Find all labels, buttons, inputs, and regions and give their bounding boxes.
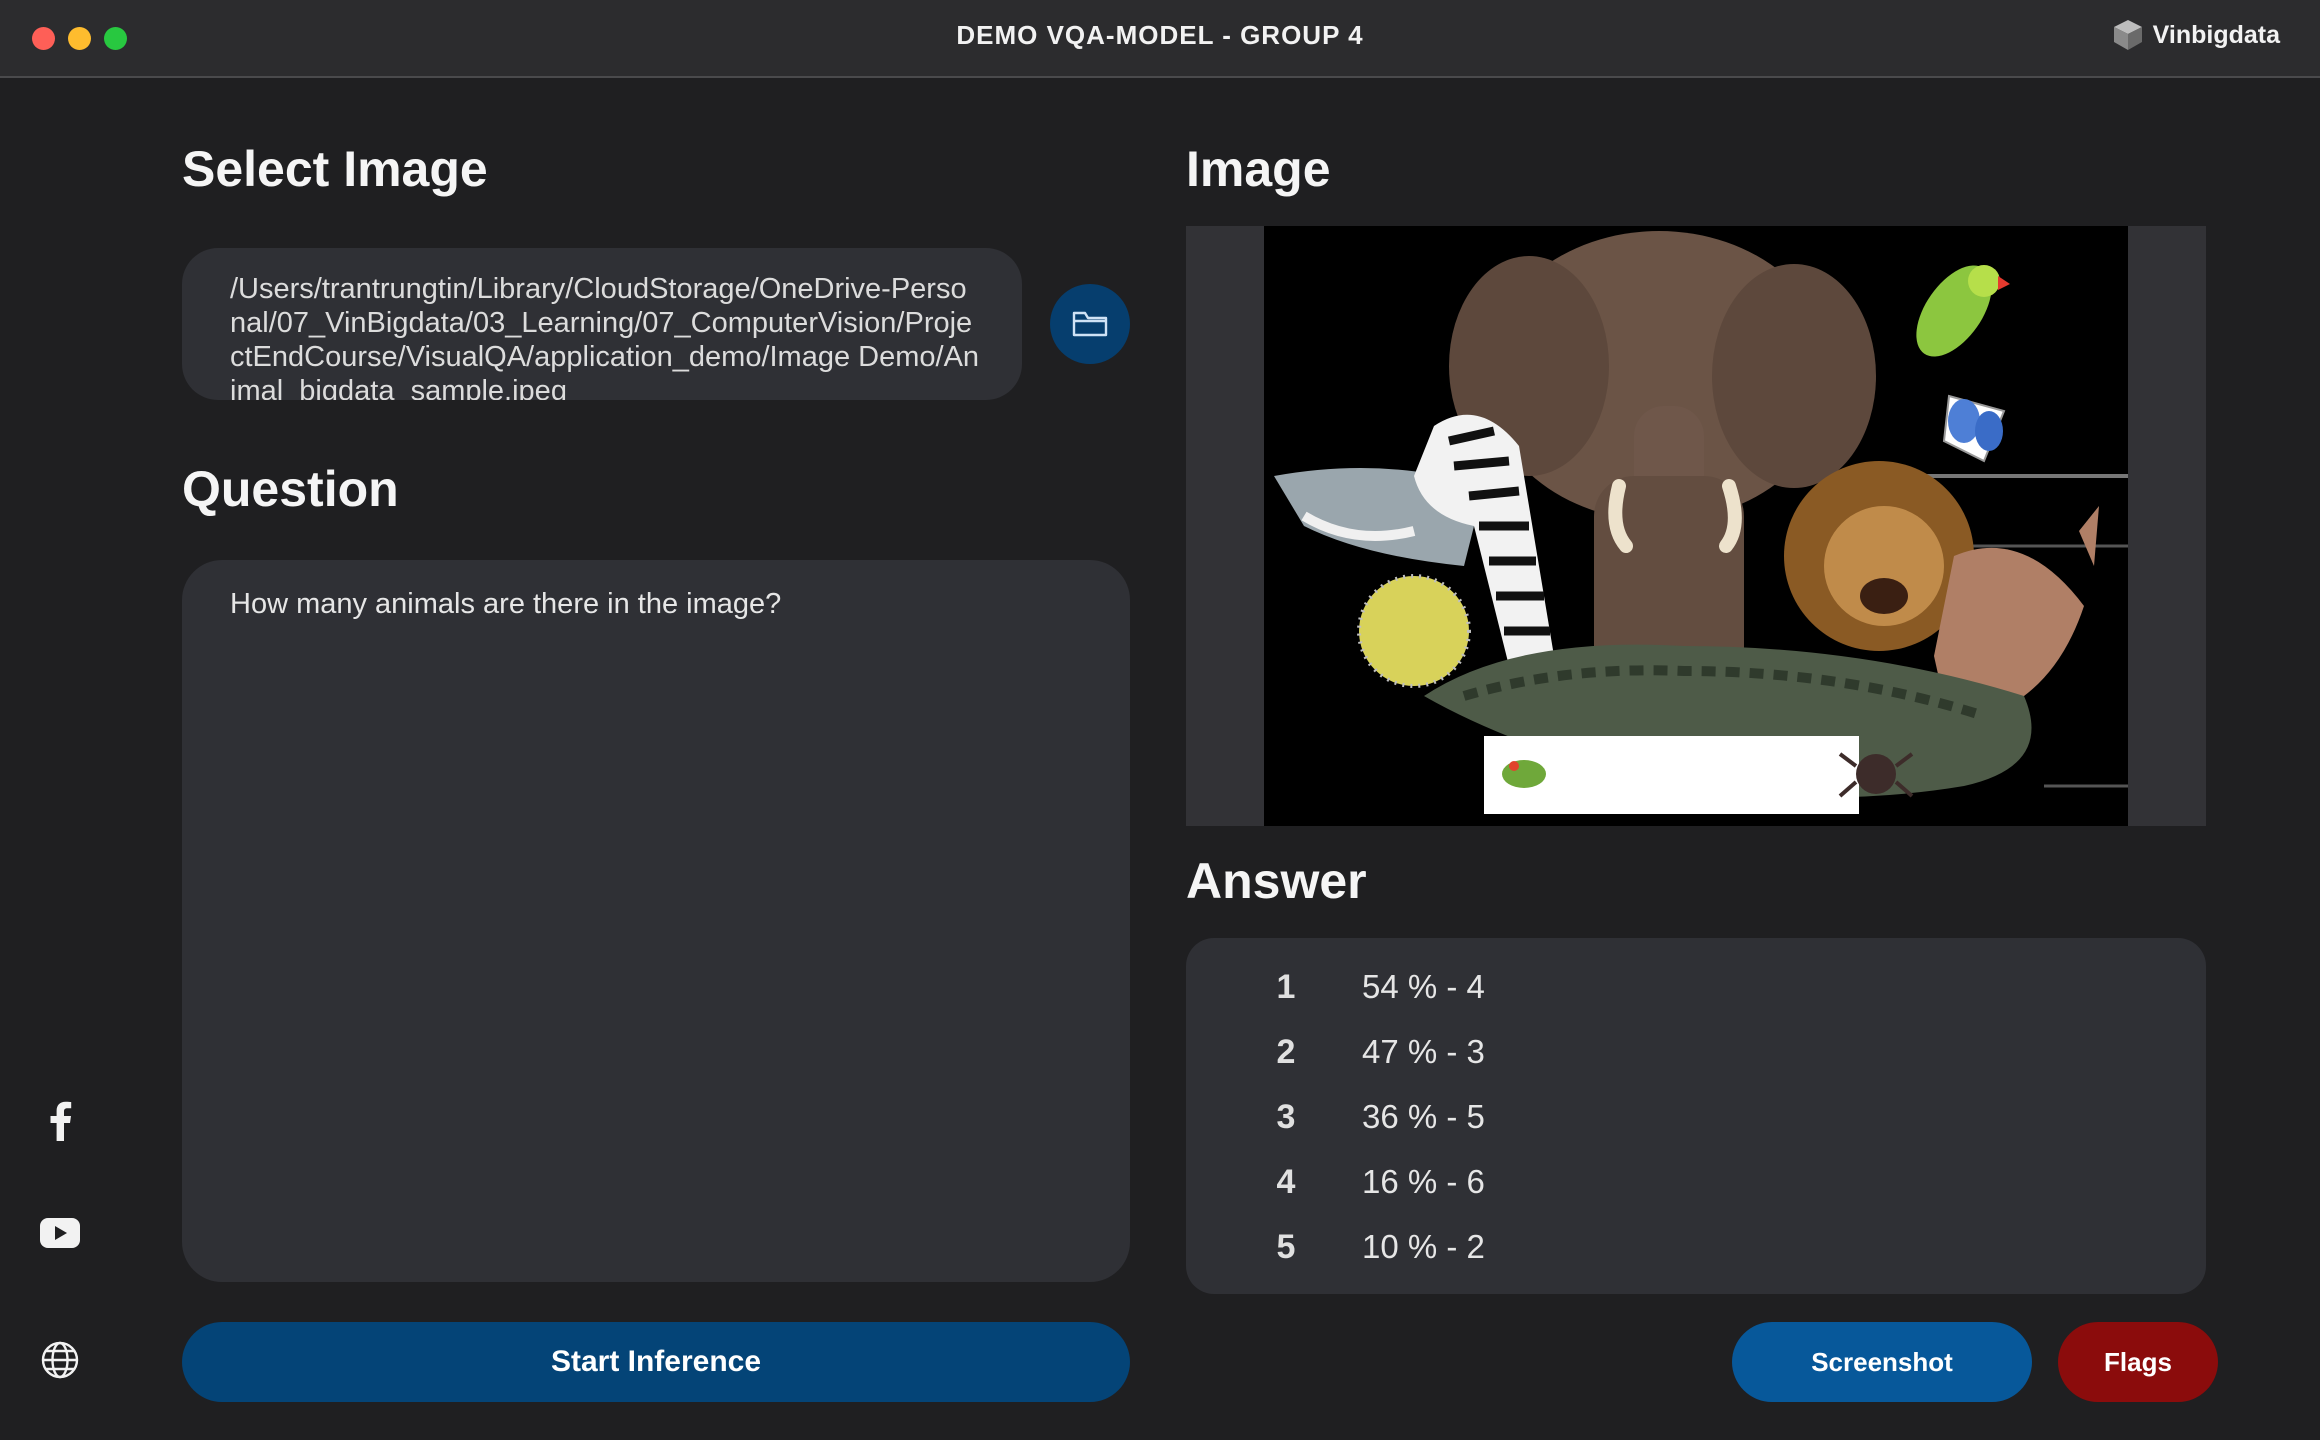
image-path-text: /Users/trantrungtin/Library/CloudStorage… [230,273,980,400]
browse-image-button[interactable] [1050,284,1130,364]
question-input[interactable]: How many animals are there in the image? [182,560,1130,1282]
animals-image [1264,226,2128,826]
answer-value: 16 % - 6 [1362,1163,1485,1200]
answer-rank: 2 [1276,1033,1296,1071]
answer-value: 36 % - 5 [1362,1098,1485,1135]
answer-row: 3 36 % - 5 [1186,1092,2206,1142]
answer-row: 1 54 % - 4 [1186,962,2206,1012]
folder-icon [1072,311,1108,337]
answer-rank: 5 [1276,1228,1296,1266]
answer-value: 47 % - 3 [1362,1033,1485,1070]
image-heading: Image [1186,141,1331,197]
answer-value: 10 % - 2 [1362,1228,1485,1265]
title-bar: DEMO VQA-MODEL - GROUP 4 Vinbigdata [0,0,2320,78]
image-preview-panel [1186,226,2206,826]
globe-icon[interactable] [30,1330,90,1390]
start-inference-button[interactable]: Start Inference [182,1322,1130,1402]
image-path-field[interactable]: /Users/trantrungtin/Library/CloudStorage… [182,248,1022,400]
answer-list: 1 54 % - 4 2 47 % - 3 3 36 % - 5 4 16 % … [1186,938,2206,1294]
question-heading: Question [182,461,399,517]
vinbigdata-logo-icon [2111,18,2145,52]
answer-rank: 3 [1276,1098,1296,1136]
answer-value: 54 % - 4 [1362,968,1485,1005]
brand-logo: Vinbigdata [2111,18,2280,52]
answer-row: 4 16 % - 6 [1186,1157,2206,1207]
youtube-icon[interactable] [30,1203,90,1263]
window-title: DEMO VQA-MODEL - GROUP 4 [956,20,1364,50]
answer-rank: 1 [1276,968,1296,1006]
answer-row: 2 47 % - 3 [1186,1027,2206,1077]
answer-heading: Answer [1186,853,1367,909]
facebook-icon[interactable] [30,1090,90,1150]
screenshot-button[interactable]: Screenshot [1732,1322,2032,1402]
question-text: How many animals are there in the image? [230,588,782,620]
flags-button[interactable]: Flags [2058,1322,2218,1402]
answer-rank: 4 [1276,1163,1296,1201]
answer-row: 5 10 % - 2 [1186,1222,2206,1272]
select-image-heading: Select Image [182,141,488,197]
brand-name: Vinbigdata [2152,20,2280,49]
